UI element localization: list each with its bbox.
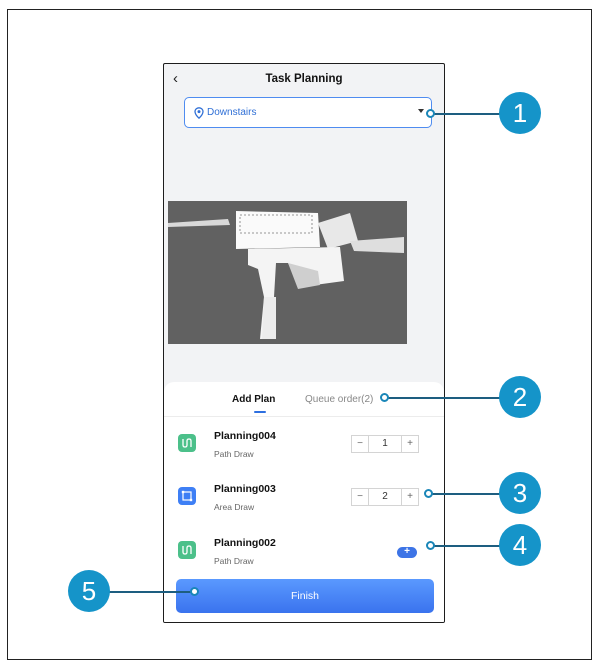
map-drawing <box>168 211 404 339</box>
plan-type: Path Draw <box>214 556 254 566</box>
plan-type: Path Draw <box>214 449 254 459</box>
callout-1-anchor <box>426 109 435 118</box>
tab-bar: Add Plan Queue order(2) <box>164 382 444 417</box>
top-bar: ‹ Task Planning <box>164 64 444 96</box>
decrement-button[interactable]: − <box>351 435 369 453</box>
callout-3-anchor <box>424 489 433 498</box>
quantity-value: 2 <box>369 488 401 506</box>
increment-button[interactable]: + <box>401 488 419 506</box>
floor-dropdown[interactable]: Downstairs <box>184 97 432 128</box>
plan-name: Planning002 <box>214 537 276 549</box>
quantity-stepper: − 2 + <box>351 488 419 506</box>
plan-name: Planning004 <box>214 430 276 442</box>
tab-queue-order[interactable]: Queue order(2) <box>305 394 373 405</box>
add-plan-button[interactable]: + <box>397 547 417 558</box>
callout-4: 4 <box>499 524 541 566</box>
plan-row[interactable]: Planning004 Path Draw − 1 + <box>164 418 444 468</box>
decrement-button[interactable]: − <box>351 488 369 506</box>
increment-button[interactable]: + <box>401 435 419 453</box>
plan-name: Planning003 <box>214 483 276 495</box>
callout-2: 2 <box>499 376 541 418</box>
plan-type: Area Draw <box>214 502 255 512</box>
page-title: Task Planning <box>265 73 343 85</box>
plan-row[interactable]: Planning002 Path Draw + <box>164 525 444 575</box>
floor-value: Downstairs <box>207 107 257 118</box>
area-draw-icon <box>178 487 196 505</box>
callout-2-anchor <box>380 393 389 402</box>
quantity-stepper: − 1 + <box>351 435 419 453</box>
path-draw-icon <box>178 434 196 452</box>
active-tab-indicator <box>254 411 266 413</box>
callout-3-leader <box>428 493 500 495</box>
floor-map[interactable] <box>168 201 407 344</box>
path-draw-icon <box>178 541 196 559</box>
dropdown-caret-icon <box>418 109 424 113</box>
callout-2-leader <box>384 397 500 399</box>
tab-add-plan[interactable]: Add Plan <box>232 394 275 405</box>
callout-4-anchor <box>426 541 435 550</box>
location-pin-icon <box>194 107 204 119</box>
callout-5-anchor <box>190 587 199 596</box>
quantity-value: 1 <box>369 435 401 453</box>
finish-button[interactable]: Finish <box>176 579 434 613</box>
callout-1: 1 <box>499 92 541 134</box>
plan-row[interactable]: Planning003 Area Draw − 2 + <box>164 471 444 521</box>
callout-3: 3 <box>499 472 541 514</box>
callout-5: 5 <box>68 570 110 612</box>
callout-5-leader <box>104 591 194 593</box>
callout-1-leader <box>430 113 500 115</box>
plan-panel: Add Plan Queue order(2) Planning004 Path… <box>164 382 444 622</box>
phone-screen: ‹ Task Planning Downstairs Add Plan Queu… <box>163 63 445 623</box>
callout-4-leader <box>430 545 500 547</box>
